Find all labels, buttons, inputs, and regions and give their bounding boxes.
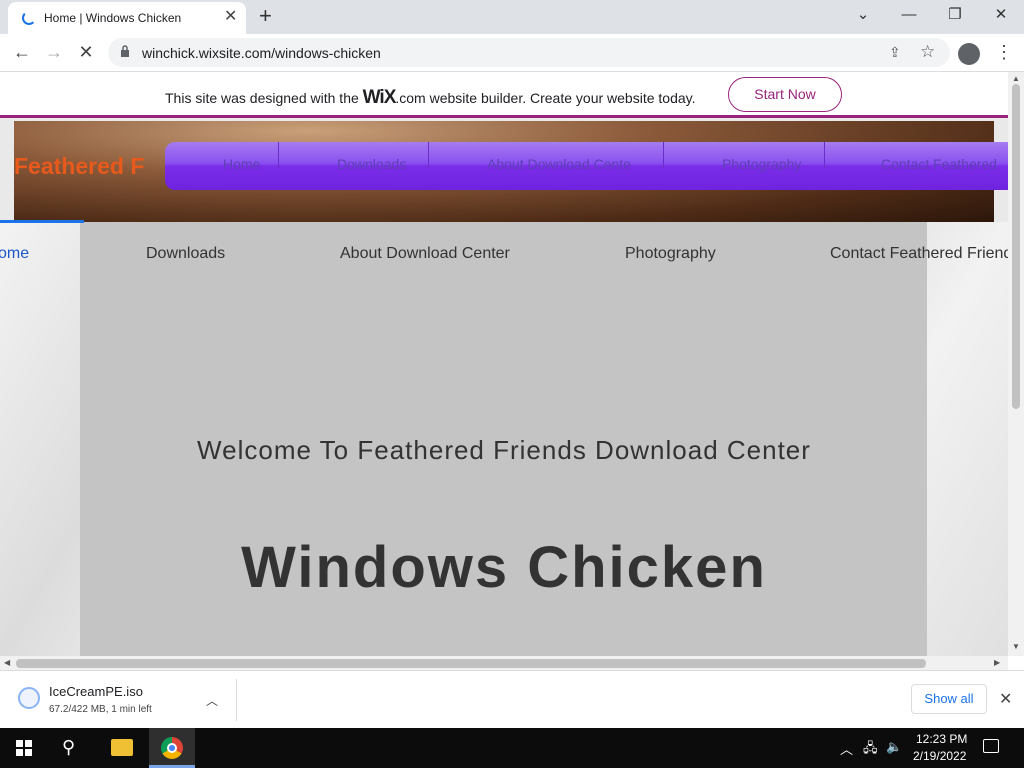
nav-downloads[interactable]: Downloads	[146, 245, 225, 263]
new-tab-button[interactable]: +	[259, 5, 272, 27]
chrome-icon	[161, 737, 183, 759]
search-icon[interactable]: ⚲	[62, 737, 75, 758]
vertical-scrollbar[interactable]: ▲ ▼	[1008, 72, 1024, 656]
divider	[236, 679, 237, 721]
main-title: Windows Chicken	[241, 535, 767, 600]
show-all-button[interactable]: Show all	[911, 684, 987, 714]
close-download-bar-icon[interactable]: ✕	[999, 689, 1012, 709]
nav-home[interactable]: ome	[0, 245, 29, 263]
nav-about-download-center[interactable]: About Download Center	[340, 245, 510, 263]
horizontal-scroll-thumb[interactable]	[16, 659, 926, 668]
back-button[interactable]: ←	[10, 41, 34, 65]
tab-title: Home | Windows Chicken	[44, 11, 182, 25]
tab-bar: Home | Windows Chicken ✕ + ⌄ — ❐ ✕	[0, 0, 1024, 34]
purple-nav-bar: Home Downloads About Download Cente Phot…	[165, 142, 1008, 190]
purple-nav-contact[interactable]: Contact Feathered	[881, 156, 997, 172]
browser-toolbar: ← → ✕ winchick.wixsite.com/windows-chick…	[0, 34, 1024, 72]
stop-loading-button[interactable]: ✕	[74, 41, 98, 65]
tab-search-dropdown-icon[interactable]: ⌄	[848, 4, 878, 28]
scroll-up-icon[interactable]: ▲	[1012, 74, 1020, 83]
profile-avatar-icon[interactable]	[958, 43, 980, 65]
windows-start-icon[interactable]	[16, 740, 32, 756]
scroll-right-icon[interactable]: ▶	[994, 658, 1000, 667]
bookmark-star-icon[interactable]: ☆	[920, 42, 935, 62]
wix-banner-text: This site was designed with the WiX.com …	[165, 87, 696, 108]
loading-spinner-icon	[22, 11, 36, 25]
taskbar: ⚲ ︿ 🖧 🔈 12:23 PM 2/19/2022	[0, 728, 1024, 768]
chrome-taskbar-button[interactable]	[149, 728, 195, 768]
download-bar: IceCreamPE.iso 67.2/422 MB, 1 min left ︿…	[0, 670, 1024, 728]
url-text: winchick.wixsite.com/windows-chicken	[142, 45, 381, 61]
share-icon[interactable]: ⇪	[889, 44, 901, 61]
site-title[interactable]: Feathered F	[14, 153, 144, 180]
scroll-left-icon[interactable]: ◀	[4, 658, 10, 667]
nav-divider	[278, 142, 279, 168]
page-viewport: This site was designed with the WiX.com …	[0, 72, 1008, 656]
maximize-button[interactable]: ❐	[940, 4, 970, 28]
lock-icon	[121, 45, 129, 57]
scroll-down-icon[interactable]: ▼	[1012, 642, 1020, 651]
address-bar[interactable]: winchick.wixsite.com/windows-chicken ⇪ ☆	[108, 38, 950, 67]
nav-divider	[663, 142, 664, 168]
tray-chevron-icon[interactable]: ︿	[840, 739, 853, 758]
file-explorer-icon[interactable]	[111, 739, 133, 756]
start-now-button[interactable]: Start Now	[728, 77, 842, 112]
browser-tab[interactable]: Home | Windows Chicken ✕	[8, 2, 246, 34]
volume-icon[interactable]: 🔈	[886, 739, 902, 755]
browser-menu-icon[interactable]: ⋮	[995, 42, 1013, 63]
wix-logo: WiX	[362, 87, 397, 108]
welcome-heading: Welcome To Feathered Friends Download Ce…	[197, 435, 811, 465]
clock-date[interactable]: 2/19/2022	[913, 749, 966, 763]
wix-banner: This site was designed with the WiX.com …	[0, 72, 1008, 118]
nav-contact-feathered-friends[interactable]: Contact Feathered Friend	[830, 245, 1008, 263]
nav-divider	[824, 142, 825, 168]
forward-button[interactable]: →	[42, 41, 66, 65]
vertical-scroll-thumb[interactable]	[1012, 84, 1020, 409]
chevron-up-icon[interactable]: ︿	[206, 692, 218, 709]
clock-time[interactable]: 12:23 PM	[916, 732, 967, 746]
minimize-button[interactable]: —	[894, 4, 924, 28]
file-icon	[18, 687, 40, 709]
horizontal-scrollbar[interactable]: ◀ ▶	[0, 656, 1008, 670]
purple-nav-home[interactable]: Home	[223, 156, 260, 172]
download-file-name[interactable]: IceCreamPE.iso	[49, 684, 143, 699]
purple-nav-about[interactable]: About Download Cente	[487, 156, 631, 172]
network-icon[interactable]: 🖧	[863, 739, 878, 761]
tab-close-icon[interactable]: ✕	[224, 9, 237, 25]
purple-nav-photography[interactable]: Photography	[722, 156, 801, 172]
nav-divider	[428, 142, 429, 168]
download-status: 67.2/422 MB, 1 min left	[49, 704, 152, 715]
nav-photography[interactable]: Photography	[625, 245, 716, 263]
active-nav-indicator	[0, 220, 84, 223]
close-window-button[interactable]: ✕	[986, 4, 1016, 28]
purple-nav-downloads[interactable]: Downloads	[337, 156, 406, 172]
notifications-icon[interactable]	[983, 739, 999, 753]
